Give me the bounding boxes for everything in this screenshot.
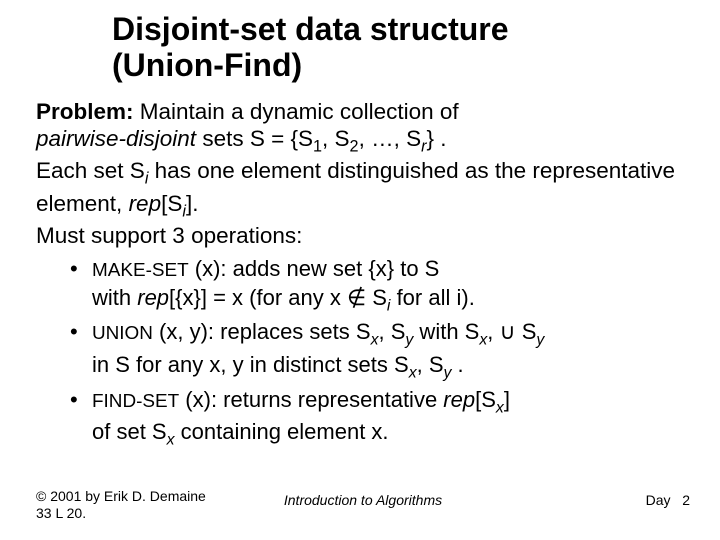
findset-op: FIND-SET [92,391,179,412]
footer-right: Day 2 [646,492,690,508]
problem-paragraph: Problem: Maintain a dynamic collection o… [36,98,684,250]
operations-list: MAKE-SET (x): adds new set {x} to S with… [36,255,684,451]
title-line-2: (Union-Find) [112,47,302,83]
makeset-item: MAKE-SET (x): adds new set {x} to S with… [70,255,684,316]
slide-title: Disjoint-set data structure (Union-Find) [112,12,684,84]
title-line-1: Disjoint-set data structure [112,11,509,47]
findset-item: FIND-SET (x): returns representative rep… [70,386,684,451]
problem-label: Problem: [36,99,134,124]
footer-center: Introduction to Algorithms [36,492,690,508]
union-item: UNION (x, y): replaces sets Sx, Sy with … [70,318,684,383]
slide: Disjoint-set data structure (Union-Find)… [0,0,720,540]
union-op: UNION [92,323,153,344]
makeset-op: MAKE-SET [92,260,189,281]
